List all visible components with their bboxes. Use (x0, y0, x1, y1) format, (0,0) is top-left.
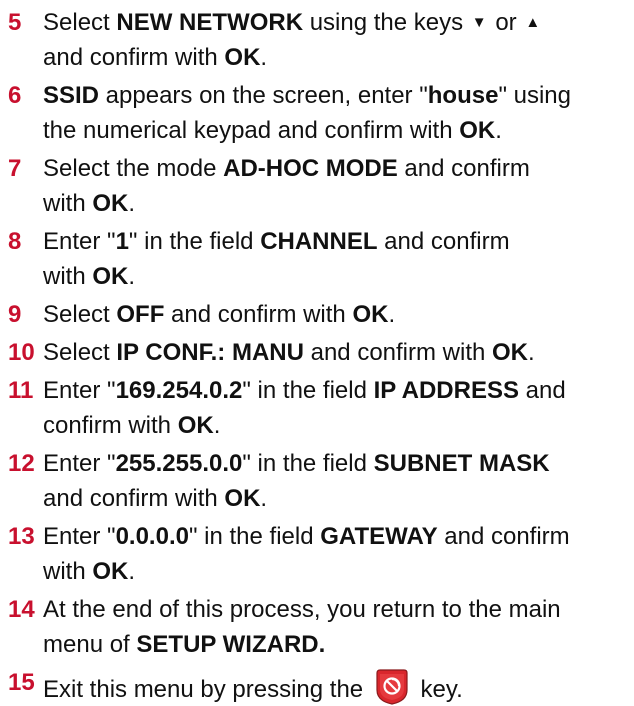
bold-term: OK (177, 412, 214, 439)
bold-term: CHANNEL (260, 228, 378, 255)
bold-term: OK (459, 117, 496, 144)
step-number: 12 (8, 450, 35, 477)
bold-term: NEW NETWORK (116, 9, 304, 36)
step-number: 11 (8, 377, 34, 404)
step-text: Enter "1" in the field CHANNEL and confi… (43, 228, 510, 255)
step-number: 13 (8, 523, 35, 550)
step-number: 10 (8, 339, 35, 366)
step-text: At the end of this process, you return t… (43, 596, 561, 623)
bold-term: OK (352, 301, 389, 328)
step-number: 7 (8, 155, 22, 182)
bold-term: house (427, 82, 499, 109)
step-number: 14 (8, 596, 35, 623)
bold-term: SETUP WIZARD. (136, 631, 326, 658)
arrow-down-icon: ▼ (471, 14, 487, 31)
bold-term: OK (492, 339, 529, 366)
step-text: Enter "0.0.0.0" in the field GATEWAY and… (43, 523, 570, 550)
bold-term: OK (224, 485, 261, 512)
bold-term: OK (92, 263, 129, 290)
step-number: 6 (8, 82, 22, 109)
step-text: Select the mode AD-HOC MODE and confirm (43, 155, 530, 182)
arrow-up-icon: ▲ (525, 14, 541, 31)
bold-term: SUBNET MASK (373, 450, 550, 477)
step-text: menu of SETUP WIZARD. (43, 631, 326, 658)
step-text: Enter "169.254.0.2" in the field IP ADDR… (43, 377, 566, 404)
bold-term: OK (224, 44, 261, 71)
bold-term: 169.254.0.2 (115, 377, 243, 404)
bold-term: 1 (115, 228, 129, 255)
step-text: Select OFF and confirm with OK. (43, 301, 396, 328)
instruction-steps: 5 Select NEW NETWORK using the keys ▼ or… (0, 0, 634, 705)
step-text: Exit this menu by pressing the key. (43, 668, 463, 706)
step-text: the numerical keypad and confirm with OK… (43, 117, 502, 144)
step-text: SSID appears on the screen, enter "house… (43, 82, 571, 109)
step-text: and confirm with OK. (43, 44, 268, 71)
bold-term: IP CONF.: MANU (116, 339, 304, 366)
step-number: 5 (8, 9, 22, 36)
step-number: 8 (8, 228, 22, 255)
bold-term: GATEWAY (320, 523, 438, 550)
bold-term: OK (92, 190, 129, 217)
step-text: Select NEW NETWORK using the keys ▼ or ▲ (43, 9, 541, 36)
step-text: Select IP CONF.: MANU and confirm with O… (43, 339, 535, 366)
bold-term: SSID (43, 82, 100, 109)
step-text: with OK. (43, 263, 136, 290)
bold-term: IP ADDRESS (373, 377, 519, 404)
step-text: with OK. (43, 190, 136, 217)
bold-term: OFF (116, 301, 165, 328)
bold-term: 255.255.0.0 (115, 450, 243, 477)
step-text: and confirm with OK. (43, 485, 268, 512)
step-text: with OK. (43, 558, 136, 585)
step-text: confirm with OK. (43, 412, 221, 439)
bold-term: 0.0.0.0 (115, 523, 189, 550)
bold-term: OK (92, 558, 129, 585)
bold-term: AD-HOC MODE (223, 155, 398, 182)
step-number: 15 (8, 669, 35, 696)
step-text: Enter "255.255.0.0" in the field SUBNET … (43, 450, 550, 477)
stop-key-icon (376, 669, 408, 705)
step-number: 9 (8, 301, 22, 328)
